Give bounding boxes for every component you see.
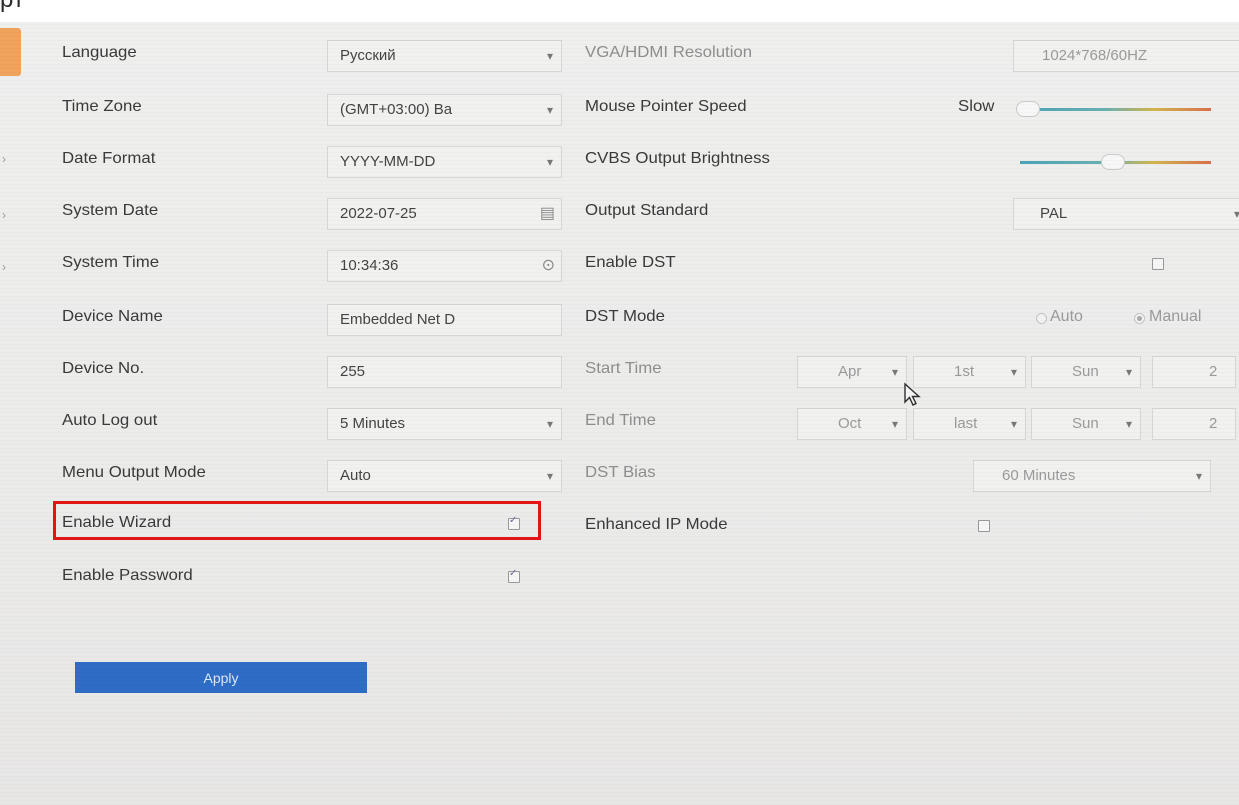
language-label: Language — [62, 44, 137, 61]
dst-mode-auto-radio[interactable] — [1036, 313, 1047, 324]
language-value: Русский — [340, 47, 396, 64]
chevron-down-icon: ▾ — [546, 103, 553, 117]
start-hour-select[interactable]: 2 — [1152, 356, 1236, 388]
general-settings-screen: › › › Language Русский ▾ Time Zone (GMT+… — [0, 22, 1239, 805]
system-date-label: System Date — [62, 202, 159, 219]
vga-hdmi-select[interactable]: 1024*768/60HZ — [1013, 40, 1239, 72]
chevron-down-icon: ▾ — [1010, 365, 1017, 379]
caption-strip: рт — [0, 0, 1239, 22]
output-standard-select[interactable]: PAL ▾ — [1013, 198, 1239, 230]
system-time-value: 10:34:36 — [340, 257, 399, 274]
date-format-label: Date Format — [62, 150, 156, 167]
dst-bias-value: 60 Minutes — [1002, 467, 1076, 484]
dst-mode-manual-label: Manual — [1149, 308, 1202, 325]
dst-bias-label: DST Bias — [585, 464, 656, 481]
language-select[interactable]: Русский ▾ — [327, 40, 562, 72]
start-month-select[interactable]: Apr ▾ — [797, 356, 907, 388]
end-week-value: last — [954, 415, 978, 432]
enable-wizard-highlight — [53, 501, 541, 540]
chevron-down-icon: ▾ — [1195, 469, 1202, 483]
vga-hdmi-value: 1024*768/60HZ — [1042, 47, 1148, 64]
clock-icon[interactable]: ⊙ — [542, 251, 555, 281]
chevron-down-icon: ▾ — [891, 365, 898, 379]
chevron-down-icon: ▾ — [891, 417, 898, 431]
time-zone-value: (GMT+03:00) Ba — [340, 101, 453, 118]
chevron-down-icon: ▾ — [1234, 199, 1239, 229]
enable-password-checkbox[interactable] — [508, 568, 520, 583]
cvbs-brightness-slider-handle[interactable] — [1100, 154, 1125, 170]
enable-dst-label: Enable DST — [585, 254, 676, 271]
mouse-speed-slider-track[interactable] — [1020, 108, 1211, 111]
chevron-right-icon[interactable]: › — [2, 208, 6, 222]
system-date-input[interactable]: 2022-07-25 ▤ — [327, 198, 562, 230]
dst-bias-select[interactable]: 60 Minutes ▾ — [973, 460, 1211, 492]
start-week-select[interactable]: 1st ▾ — [913, 356, 1026, 388]
device-no-label: Device No. — [62, 360, 145, 377]
start-day-value: Sun — [1072, 363, 1099, 380]
time-zone-select[interactable]: (GMT+03:00) Ba ▾ — [327, 94, 562, 126]
device-name-label: Device Name — [62, 308, 163, 325]
end-day-select[interactable]: Sun ▾ — [1031, 408, 1141, 440]
end-month-value: Oct — [838, 415, 862, 432]
auto-logout-label: Auto Log out — [62, 412, 158, 429]
caption-text: рт — [0, 0, 24, 14]
end-month-select[interactable]: Oct ▾ — [797, 408, 907, 440]
calendar-icon[interactable]: ▤ — [540, 199, 555, 229]
dst-mode-label: DST Mode — [585, 308, 665, 325]
chevron-down-icon: ▾ — [1125, 417, 1132, 431]
chevron-right-icon[interactable]: › — [2, 152, 6, 166]
system-date-value: 2022-07-25 — [340, 205, 417, 222]
output-standard-label: Output Standard — [585, 202, 709, 219]
end-time-label: End Time — [585, 412, 656, 429]
mouse-speed-label: Mouse Pointer Speed — [585, 98, 747, 115]
start-day-select[interactable]: Sun ▾ — [1031, 356, 1141, 388]
menu-output-mode-select[interactable]: Auto ▾ — [327, 460, 562, 492]
start-hour-value: 2 — [1209, 363, 1218, 380]
dst-mode-manual-radio[interactable] — [1134, 313, 1145, 324]
chevron-down-icon: ▾ — [546, 469, 553, 483]
menu-output-mode-value: Auto — [340, 467, 371, 484]
vga-hdmi-label: VGA/HDMI Resolution — [585, 44, 753, 61]
mouse-speed-slider-handle[interactable] — [1016, 101, 1040, 117]
dst-mode-auto-label: Auto — [1050, 308, 1083, 325]
enable-dst-checkbox[interactable] — [1152, 258, 1164, 270]
auto-logout-select[interactable]: 5 Minutes ▾ — [327, 408, 562, 440]
output-standard-value: PAL — [1040, 205, 1068, 222]
end-day-value: Sun — [1072, 415, 1099, 432]
system-time-label: System Time — [62, 254, 160, 271]
start-month-value: Apr — [838, 363, 862, 380]
mouse-cursor-icon — [904, 382, 921, 406]
time-zone-label: Time Zone — [62, 98, 142, 115]
auto-logout-value: 5 Minutes — [340, 415, 406, 432]
apply-button[interactable]: Apply — [75, 662, 367, 693]
cvbs-brightness-label: CVBS Output Brightness — [585, 150, 770, 167]
menu-output-mode-label: Menu Output Mode — [62, 464, 206, 481]
enable-password-label: Enable Password — [62, 567, 193, 584]
enhanced-ip-checkbox[interactable] — [978, 520, 990, 532]
active-menu-tab[interactable] — [0, 28, 21, 76]
chevron-down-icon: ▾ — [546, 49, 553, 63]
mouse-speed-slow-label: Slow — [958, 98, 995, 115]
chevron-right-icon[interactable]: › — [2, 260, 6, 274]
start-time-label: Start Time — [585, 360, 662, 377]
chevron-down-icon: ▾ — [546, 155, 553, 169]
device-name-input[interactable]: Embedded Net D — [327, 304, 562, 336]
end-week-select[interactable]: last ▾ — [913, 408, 1026, 440]
enhanced-ip-label: Enhanced IP Mode — [585, 516, 728, 533]
chevron-down-icon: ▾ — [1125, 365, 1132, 379]
device-no-value: 255 — [340, 363, 366, 380]
date-format-select[interactable]: YYYY-MM-DD ▾ — [327, 146, 562, 178]
device-no-input[interactable]: 255 — [327, 356, 562, 388]
end-hour-select[interactable]: 2 — [1152, 408, 1236, 440]
end-hour-value: 2 — [1209, 415, 1218, 432]
chevron-down-icon: ▾ — [1010, 417, 1017, 431]
date-format-value: YYYY-MM-DD — [340, 153, 436, 170]
start-week-value: 1st — [954, 363, 975, 380]
chevron-down-icon: ▾ — [546, 417, 553, 431]
device-name-value: Embedded Net D — [340, 311, 456, 328]
system-time-input[interactable]: 10:34:36 ⊙ — [327, 250, 562, 282]
